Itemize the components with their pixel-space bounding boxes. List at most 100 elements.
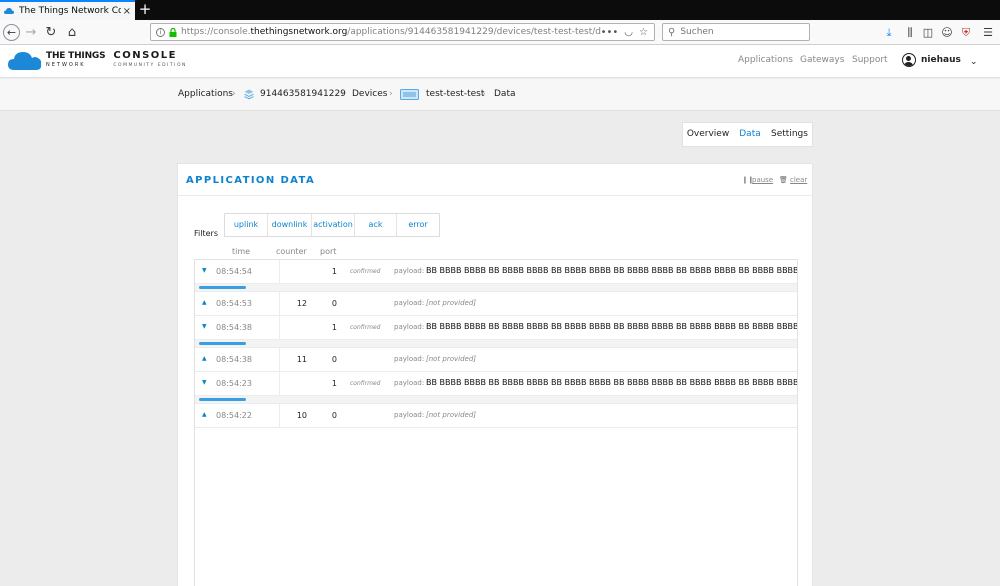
home-icon[interactable]: ⌂ [65,24,79,41]
bookmark-star-icon[interactable]: ☆ [639,27,648,38]
progress-bar [199,342,246,345]
device-icon [400,89,419,100]
new-tab-icon[interactable]: + [137,1,153,17]
account-icon[interactable]: ☺ [939,24,955,41]
library-icon[interactable]: ⫼ [902,24,918,41]
breadcrumb-applications[interactable]: Applications [178,89,233,99]
clear-button[interactable]: clear [790,176,807,184]
filters-label: Filters [194,229,218,238]
column-header-port: port [320,247,337,256]
row-port: 0 [331,355,337,364]
data-table: ▼ 08:54:54 1 confirmed payload: BB BBBB … [194,259,798,586]
row-port: 0 [331,411,337,420]
nav-applications[interactable]: Applications [738,55,793,65]
chevron-down-icon[interactable]: ▼ [202,323,207,330]
filter-ack[interactable]: ack [355,214,397,236]
row-counter: 12 [296,299,307,308]
row-time: 08:54:22 [216,411,252,420]
panel-title: APPLICATION DATA [186,175,316,186]
row-payload: BB BBBB BBBB BB BBBB BBBB BB BBBB BBBB B… [426,322,798,331]
user-name: niehaus [921,55,961,65]
row-counter: 10 [296,411,307,420]
sidebar-icon[interactable]: ◫ [920,24,936,41]
row-payload: [not provided] [426,355,477,363]
table-row[interactable]: ▼ 08:54:38 1 confirmed payload: BB BBBB … [195,316,798,340]
search-input[interactable] [680,27,801,37]
chevron-up-icon[interactable]: ▲ [202,411,207,418]
progress-bar [199,286,246,289]
row-time: 08:54:23 [216,379,252,388]
chevron-down-icon[interactable]: ⌄ [970,57,978,67]
column-header-counter: counter [276,247,307,256]
chevron-down-icon[interactable]: ▼ [202,267,207,274]
payload-label: payload: [394,411,425,419]
column-header-time: time [232,247,251,256]
pause-button[interactable]: pause [752,176,773,184]
tab-data[interactable]: Data [733,123,767,146]
chevron-up-icon[interactable]: ▲ [202,355,207,362]
url-text: https://console.thethingsnetwork.org/app… [181,27,601,37]
console-header: THE THINGS NETWORK CONSOLE COMMUNITY EDITI… [0,45,1000,78]
filter-uplink[interactable]: uplink [225,214,268,236]
browser-tab[interactable]: The Things Network Cons × [0,0,135,20]
console-title: CONSOLE [113,50,177,61]
pocket-icon[interactable]: ◡ [624,27,633,38]
breadcrumb-separator: › [341,89,345,99]
breadcrumb-separator: › [482,89,486,99]
close-tab-icon[interactable]: × [123,6,131,17]
payload-label: payload: [394,323,425,331]
info-icon[interactable]: i [156,27,165,37]
application-data-panel: APPLICATION DATA ❙❙ pause 🗑 clear Filter… [177,163,813,586]
search-bar[interactable]: ⚲ [662,23,810,41]
forward-icon[interactable]: → [24,24,38,41]
table-row[interactable]: ▼ 08:54:23 1 confirmed payload: BB BBBB … [195,372,798,396]
payload-label: payload: [394,299,425,307]
row-payload: [not provided] [426,299,477,307]
user-menu[interactable]: niehaus [902,53,961,67]
breadcrumb-device-id[interactable]: test-test-test [426,89,484,99]
table-row[interactable]: ▲ 08:54:38 11 0 payload: [not provided] [195,348,797,372]
row-payload: BB BBBB BBBB BB BBBB BBBB BB BBBB BBBB B… [426,266,798,275]
row-time: 08:54:38 [216,355,252,364]
nav-gateways[interactable]: Gateways [800,55,844,65]
extension-shield-icon[interactable]: ⛨ [958,24,974,41]
payload-label: payload: [394,267,425,275]
breadcrumb-separator: › [389,89,393,99]
filter-activation[interactable]: activation [312,214,355,236]
ttn-cloud-icon [4,8,14,14]
download-icon[interactable]: ⤓ [881,24,897,41]
nav-support[interactable]: Support [852,55,888,65]
row-payload: [not provided] [426,411,477,419]
trash-icon[interactable]: 🗑 [779,176,788,184]
console-edition: COMMUNITY EDITION [113,63,187,68]
brand-line2: NETWORK [46,62,86,68]
filter-group: uplink downlink activation ack error [224,213,440,237]
row-port: 0 [331,299,337,308]
filter-error[interactable]: error [397,214,439,236]
breadcrumb-devices[interactable]: Devices [352,89,387,99]
chevron-down-icon[interactable]: ▼ [202,379,207,386]
row-progress [195,340,797,348]
row-confirmed: confirmed [350,380,381,387]
application-stack-icon [244,89,254,100]
filter-downlink[interactable]: downlink [268,214,312,236]
row-progress [195,284,797,292]
table-row[interactable]: ▲ 08:54:22 10 0 payload: [not provided] [195,404,797,428]
more-actions-icon[interactable]: ••• [601,27,619,38]
search-icon: ⚲ [668,26,676,38]
table-row[interactable]: ▲ 08:54:53 12 0 payload: [not provided] [195,292,797,316]
menu-icon[interactable]: ☰ [980,24,996,41]
tab-settings[interactable]: Settings [767,123,812,146]
breadcrumb-current: Data [494,89,516,99]
row-payload: BB BBBB BBBB BB BBBB BBBB BB BBBB BBBB B… [426,378,798,387]
url-bar[interactable]: i https://console.thethingsnetwork.org/a… [150,23,655,41]
tab-overview[interactable]: Overview [683,123,733,146]
breadcrumb-app-id[interactable]: 914463581941229 [260,89,346,99]
back-icon[interactable]: ← [3,24,20,41]
row-port: 1 [331,379,337,388]
ttn-logo[interactable]: THE THINGS NETWORK CONSOLE COMMUNITY EDITI… [8,51,187,71]
panel-header: APPLICATION DATA ❙❙ pause 🗑 clear [178,164,812,196]
reload-icon[interactable]: ↻ [44,24,58,41]
chevron-up-icon[interactable]: ▲ [202,299,207,306]
table-row[interactable]: ▼ 08:54:54 1 confirmed payload: BB BBBB … [195,260,798,284]
